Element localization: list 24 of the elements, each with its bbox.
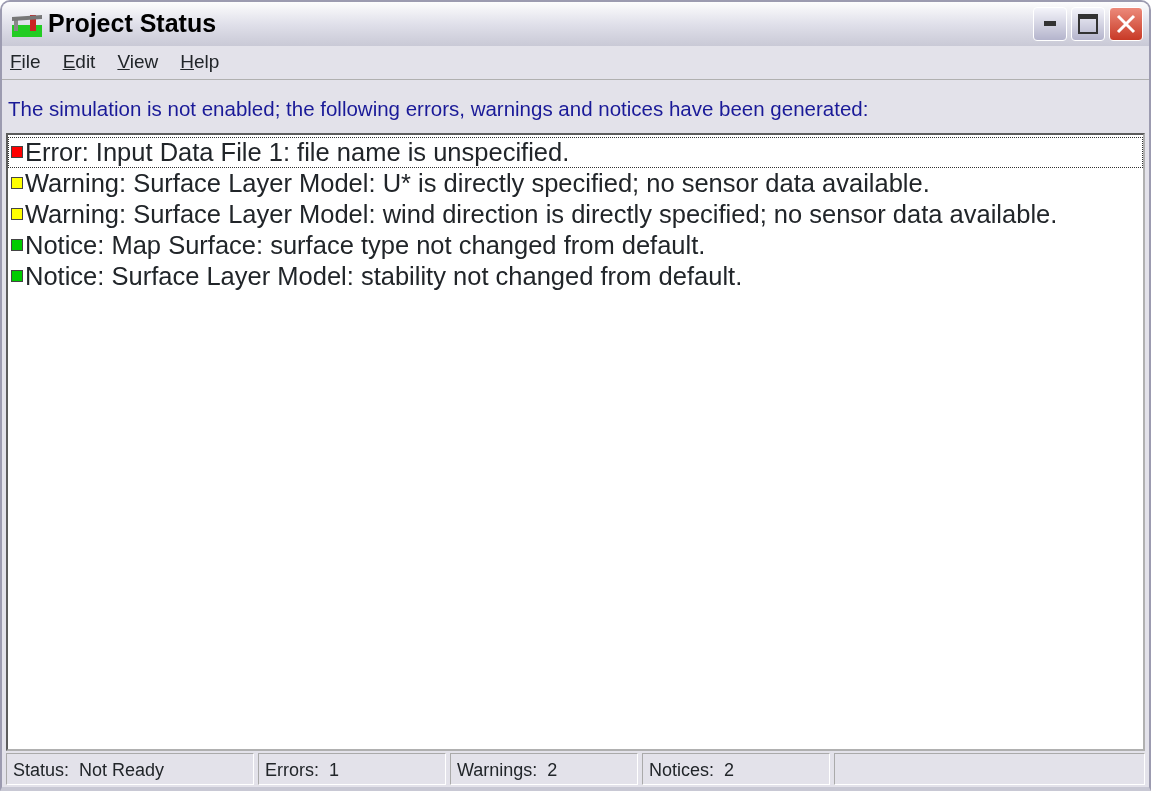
status-pane: Errors: 1	[258, 753, 446, 785]
list-item[interactable]: Notice: Map Surface: surface type not changed from default.	[8, 229, 1143, 261]
list-item[interactable]: Notice: Surface Layer Model: stability not changed from default.	[8, 260, 1143, 292]
menu-item[interactable]: Help	[180, 48, 220, 77]
minimize-icon	[1044, 21, 1056, 27]
status-message: The simulation is not enabled; the following errors, warnings and notices have been generated:	[7, 96, 870, 122]
maximize-button[interactable]	[1071, 7, 1105, 41]
close-button[interactable]	[1109, 7, 1143, 41]
message-text: Warning: Surface Layer Model: U* is directly specified; no sensor data available.	[25, 168, 930, 198]
message-text: Notice: Surface Layer Model: stability not changed from default.	[25, 261, 743, 291]
message-text: Error: Input Data File 1: file name is unspecified.	[25, 137, 570, 167]
menu-item[interactable]: File	[10, 48, 41, 77]
menu-item[interactable]: View	[117, 48, 159, 77]
status-pane: Warnings: 2	[450, 753, 638, 785]
message-text: Notice: Map Surface: surface type not changed from default.	[25, 230, 706, 260]
minimize-button[interactable]	[1033, 7, 1067, 41]
menu-item[interactable]: Edit	[62, 48, 96, 77]
maximize-icon	[1078, 14, 1098, 34]
list-item[interactable]: Warning: Surface Layer Model: U* is directly specified; no sensor data available.	[8, 167, 1143, 199]
status-pane: Notices: 2	[642, 753, 830, 785]
close-icon	[1116, 14, 1136, 34]
list-item[interactable]: Error: Input Data File 1: file name is unspecified.	[8, 136, 1143, 168]
status-pane: Status: Not Ready	[6, 753, 254, 785]
window-title: Project Status	[48, 8, 217, 40]
